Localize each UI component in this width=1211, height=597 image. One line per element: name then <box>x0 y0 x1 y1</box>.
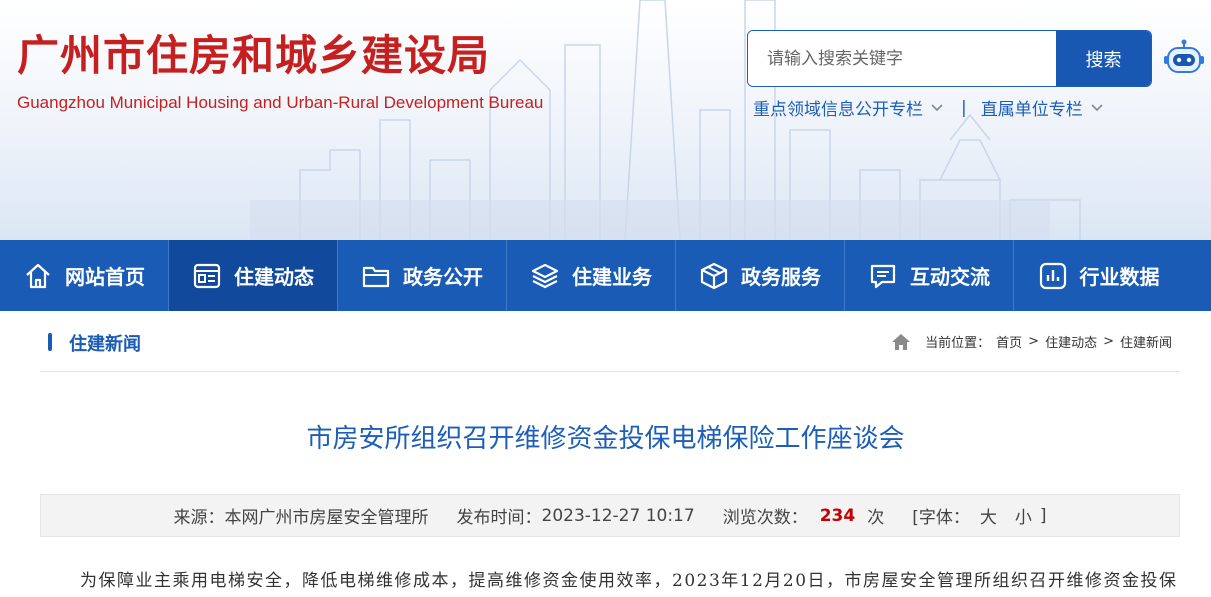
site-logo-subtitle: Guangzhou Municipal Housing and Urban-Ru… <box>17 93 544 112</box>
nav-label: 互动交流 <box>910 265 990 289</box>
nav-label: 住建业务 <box>572 265 652 289</box>
article-source: 来源： 本网广州市房屋安全管理所 <box>174 503 429 528</box>
breadcrumb: 当前位置： 首页 > 住建动态 > 住建新闻 <box>891 332 1172 351</box>
time-label: 发布时间： <box>456 508 542 528</box>
article-meta: 来源： 本网广州市房屋安全管理所 发布时间： 2023-12-27 10:17 … <box>40 494 1180 537</box>
site-header: 广州市住房和城乡建设局 Guangzhou Municipal Housing … <box>0 0 1211 240</box>
robot-assistant-icon[interactable] <box>1163 38 1205 80</box>
home-icon <box>26 263 50 288</box>
chart-icon <box>1039 262 1066 289</box>
source-value: 本网广州市房屋安全管理所 <box>224 508 429 528</box>
home-icon <box>892 333 911 350</box>
nav-label: 行业数据 <box>1079 265 1160 289</box>
box-icon <box>700 262 728 289</box>
quick-link-separator: | <box>961 97 967 118</box>
nav-label: 政务公开 <box>403 265 483 289</box>
chevron-down-icon <box>1091 103 1103 111</box>
time-value: 2023-12-27 10:17 <box>541 505 695 526</box>
source-label: 来源： <box>173 508 225 528</box>
nav-label: 住建动态 <box>234 265 314 289</box>
site-logo-title[interactable]: 广州市住房和城乡建设局 <box>17 22 490 83</box>
folder-icon <box>362 266 390 287</box>
nav-item-home[interactable]: 网站首页 <box>0 240 169 311</box>
section-header: 住建新闻 当前位置： 首页 > 住建动态 > 住建新闻 <box>40 311 1180 372</box>
section-marker <box>48 333 52 351</box>
views-unit: 次 <box>867 508 885 528</box>
font-large-button[interactable]: 大 <box>980 503 997 528</box>
breadcrumb-label: 当前位置： <box>925 336 991 351</box>
chevron-down-icon <box>931 103 943 111</box>
nav-label: 政务服务 <box>741 265 821 289</box>
quick-link-key-info[interactable]: 重点领域信息公开专栏 <box>753 95 943 120</box>
news-icon <box>193 263 221 288</box>
section-title: 住建新闻 <box>69 334 141 355</box>
nav-label: 网站首页 <box>65 265 145 289</box>
article-views: 浏览次数： 234 次 <box>722 503 885 529</box>
font-small-button[interactable]: 小 <box>1015 503 1032 528</box>
font-size-control: [字体： 大 小 ] <box>912 503 1047 529</box>
nav-item-industry-data[interactable]: 行业数据 <box>1014 240 1183 311</box>
nav-item-interaction[interactable]: 互动交流 <box>845 240 1014 311</box>
font-size-label: [字体： <box>912 508 970 528</box>
quick-link-label: 直属单位专栏 <box>980 100 1083 120</box>
layers-icon <box>531 263 559 288</box>
breadcrumb-separator: > <box>1103 334 1114 349</box>
views-count: 234 <box>819 505 856 526</box>
breadcrumb-link-home[interactable]: 首页 <box>996 332 1022 351</box>
views-label: 浏览次数： <box>722 508 808 528</box>
search-button[interactable]: 搜索 <box>1056 31 1151 86</box>
nav-item-gov-affairs[interactable]: 政务公开 <box>338 240 507 311</box>
nav-item-services[interactable]: 政务服务 <box>676 240 845 311</box>
breadcrumb-separator: > <box>1028 334 1040 349</box>
article-body-paragraph: 为保障业主乘用电梯安全，降低电梯维修成本，提高维修资金使用效率，2023年12月… <box>80 571 1178 591</box>
breadcrumb-link-news[interactable]: 住建动态 <box>1045 332 1097 351</box>
main-nav: 网站首页 住建动态 政务公开 住建业务 政务服务 互动交流 行业数据 <box>0 240 1211 311</box>
chat-icon <box>870 264 896 288</box>
quick-link-affiliated-units[interactable]: 直属单位专栏 <box>981 95 1103 120</box>
search-bar: 搜索 <box>747 30 1152 87</box>
search-input[interactable] <box>748 31 1056 86</box>
font-size-close: ] <box>1039 505 1047 526</box>
nav-item-news[interactable]: 住建动态 <box>169 240 338 311</box>
nav-item-business[interactable]: 住建业务 <box>507 240 676 311</box>
breadcrumb-link-current[interactable]: 住建新闻 <box>1120 332 1172 351</box>
quick-links: 重点领域信息公开专栏 | 直属单位专栏 <box>753 95 1103 120</box>
article-time: 发布时间： 2023-12-27 10:17 <box>456 503 695 529</box>
quick-link-label: 重点领域信息公开专栏 <box>753 100 923 120</box>
article-title: 市房安所组织召开维修资金投保电梯保险工作座谈会 <box>306 424 905 454</box>
